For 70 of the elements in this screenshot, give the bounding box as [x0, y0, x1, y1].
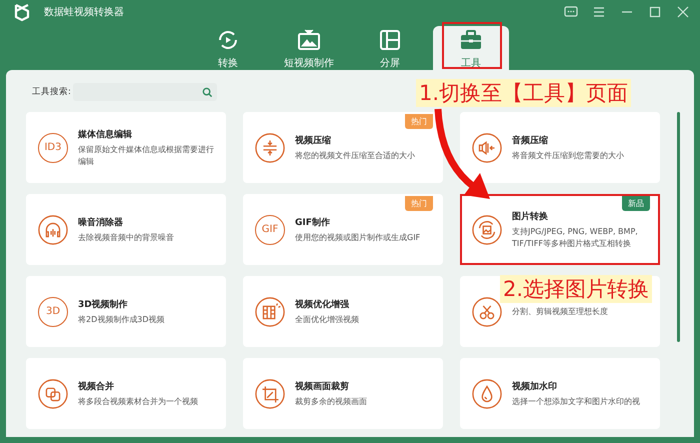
tool-title: 视频合并	[78, 380, 115, 393]
logo-icon	[12, 2, 32, 22]
tool-title: 图片转换	[512, 210, 549, 224]
tool-icon: ID3	[38, 132, 68, 162]
highlight-frame	[442, 22, 502, 69]
tool-title: 视频压缩	[295, 134, 332, 147]
tool-title: 视频优化增强	[295, 298, 350, 311]
tool-description: 选择一个想添加文字和图片水印的视	[512, 396, 640, 408]
tool-description: 将音频文件压缩到您需要的大小	[512, 150, 624, 162]
tool-card[interactable]: 视频合并 将多段合视频素材合并为一个视频	[26, 358, 226, 429]
tool-description: 全面优化增强视频	[295, 314, 359, 326]
window-title: 数据蛙视频转换器	[44, 6, 124, 19]
nav-tab[interactable]: 转换	[190, 26, 266, 70]
search-label: 工具搜索:	[32, 86, 71, 98]
feedback-icon[interactable]	[564, 5, 578, 19]
tool-description: 分割、剪辑视频至理想长度	[512, 306, 608, 318]
tool-card[interactable]: 视频画面裁剪 裁剪多余的视频画面	[243, 358, 443, 429]
nav-tab[interactable]: 工具	[433, 26, 509, 70]
tool-card[interactable]: 热门 视频压缩 将您的视频文件压缩至合适的大小	[243, 112, 443, 183]
tool-description: 使用您的视频或图片制作或生成GIF	[295, 232, 420, 244]
annotation-tooltip: 2.选择图片转换	[500, 275, 652, 303]
close-icon[interactable]	[676, 5, 690, 19]
search-field[interactable]	[72, 83, 217, 101]
refresh-play-icon	[216, 28, 240, 52]
tool-description: 保留原始文件媒体信息或根据需要进行编辑	[78, 144, 214, 167]
maximize-icon[interactable]	[648, 5, 662, 19]
tool-card[interactable]: ID3 媒体信息编辑 保留原始文件媒体信息或根据需要进行编辑	[26, 112, 226, 183]
speaker-icon	[472, 132, 502, 162]
tool-card[interactable]: 新品 图片转换 支持JPG/JPEG, PNG, WEBP, BMP, TIF/TIFF等多种图片格式互相转换	[460, 194, 660, 265]
tool-icon: 3D	[38, 296, 68, 326]
tool-title: 3D视频制作	[78, 298, 129, 311]
search-icon[interactable]	[202, 86, 213, 98]
nav-tab[interactable]: 分屏	[352, 26, 428, 70]
scissors-icon	[472, 296, 502, 326]
overlap-squares-icon	[38, 378, 68, 408]
tool-description: 裁剪多余的视频画面	[295, 396, 367, 408]
tag: 新品	[622, 196, 650, 211]
split-screen-icon	[378, 28, 402, 52]
menu-icon[interactable]	[592, 5, 606, 19]
tool-description: 将您的视频文件压缩至合适的大小	[295, 150, 415, 162]
compress-icon	[255, 132, 285, 162]
toolbox-icon	[459, 28, 483, 52]
image-convert-icon	[472, 214, 502, 244]
tool-card[interactable]: 视频加水印 选择一个想添加文字和图片水印的视	[460, 358, 660, 429]
crop-icon	[255, 378, 285, 408]
tool-title: 音频压缩	[512, 134, 549, 147]
tool-card[interactable]: 噪音消除器 去除视频音频中的背景噪音	[26, 194, 226, 265]
tool-card[interactable]: 视频优化增强 全面优化增强视频	[243, 276, 443, 347]
tool-title: 噪音消除器	[78, 216, 124, 229]
tool-description: 去除视频音频中的背景噪音	[78, 232, 174, 244]
tool-description: 将2D视频制作成3D视频	[78, 314, 164, 326]
tool-card[interactable]: 热门 GIF GIF制作 使用您的视频或图片制作或生成GIF	[243, 194, 443, 265]
tool-description: 支持JPG/JPEG, PNG, WEBP, BMP, TIF/TIFF等多种图片格式互相转换	[512, 226, 639, 249]
scrollbar[interactable]	[677, 112, 680, 342]
nav-tab[interactable]: 短视频制作	[271, 26, 347, 70]
tool-title: 媒体信息编辑	[78, 128, 133, 142]
tool-card[interactable]: 3D 3D视频制作 将2D视频制作成3D视频	[26, 276, 226, 347]
drop-icon	[472, 378, 502, 408]
annotation-tooltip: 1.切换至【工具】页面	[416, 79, 632, 107]
tag: 热门	[405, 196, 433, 211]
film-icon	[255, 296, 285, 326]
headphones-icon	[38, 214, 68, 244]
tool-title: 视频加水印	[512, 380, 558, 393]
tool-title: GIF制作	[295, 216, 331, 229]
tool-description: 将多段合视频素材合并为一个视频	[78, 396, 198, 408]
tool-card[interactable]: 音频压缩 将音频文件压缩到您需要的大小	[460, 112, 660, 183]
tv-icon	[297, 28, 321, 52]
tool-title: 视频画面裁剪	[295, 380, 350, 393]
tag: 热门	[405, 114, 433, 129]
tool-icon: GIF	[255, 214, 285, 244]
